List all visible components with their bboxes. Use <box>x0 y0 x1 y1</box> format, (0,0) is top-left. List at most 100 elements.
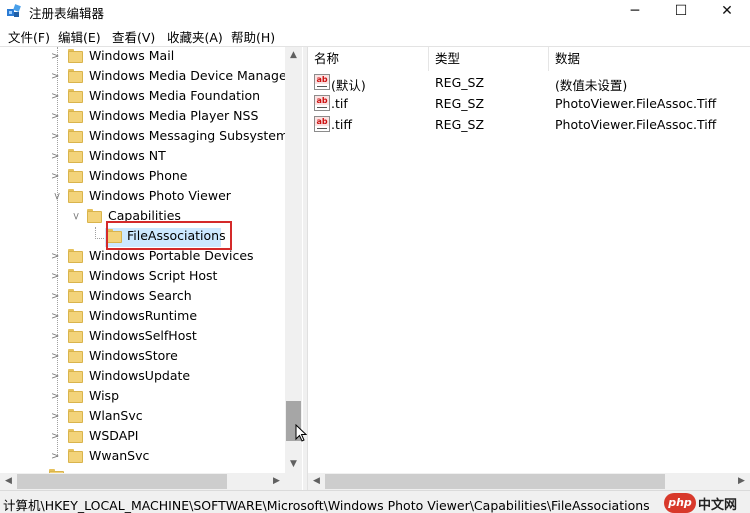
folder-icon <box>68 149 83 163</box>
scroll-left-icon[interactable]: ◀ <box>0 473 17 490</box>
folder-icon <box>68 89 83 103</box>
string-value-icon: ab <box>314 95 330 111</box>
chevron-down-icon[interactable]: > <box>69 212 81 222</box>
chevron-right-icon[interactable]: > <box>51 271 61 283</box>
tree-item-label: WindowsStore <box>89 348 178 363</box>
scroll-thumb[interactable] <box>17 474 227 489</box>
scroll-right-icon[interactable]: ▶ <box>733 473 750 490</box>
folder-icon <box>68 129 83 143</box>
values-list[interactable]: 名称 类型 数据 ab (默认) REG_SZ (数值未设置) ab .tif … <box>308 47 750 490</box>
tree-item[interactable]: > WwanSvc <box>0 447 285 467</box>
tree-item[interactable]: > WSDAPI <box>0 427 285 447</box>
tree-item[interactable]: > WindowsSelfHost <box>0 327 285 347</box>
chevron-right-icon[interactable]: > <box>51 371 61 383</box>
chevron-right-icon[interactable]: > <box>51 151 61 163</box>
tree-vertical-scrollbar[interactable]: ▲ ▼ <box>285 47 302 473</box>
title-bar: 注册表编辑器 ─ ☐ ✕ <box>0 0 750 22</box>
annotation-red-box <box>106 221 232 250</box>
scroll-left-icon[interactable]: ◀ <box>308 473 325 490</box>
folder-icon <box>68 309 83 323</box>
list-horizontal-scrollbar[interactable]: ◀ ▶ <box>308 473 750 490</box>
scroll-right-icon[interactable]: ▶ <box>268 473 285 490</box>
column-header-data[interactable]: 数据 <box>549 47 750 71</box>
chevron-right-icon[interactable]: > <box>51 291 61 303</box>
watermark-badge: php <box>664 493 696 513</box>
folder-icon <box>68 269 83 283</box>
folder-icon <box>68 169 83 183</box>
menu-file[interactable]: 文件(F) <box>8 27 50 46</box>
tree-item[interactable]: > Windows Media Player NSS <box>0 107 285 127</box>
chevron-right-icon[interactable]: > <box>51 251 61 263</box>
tree-item[interactable]: > Windows NT <box>0 147 285 167</box>
status-path: 计算机\HKEY_LOCAL_MACHINE\SOFTWARE\Microsof… <box>3 498 650 513</box>
tree-item[interactable]: > Windows Media Foundation <box>0 87 285 107</box>
folder-icon <box>68 349 83 363</box>
menu-help[interactable]: 帮助(H) <box>231 27 275 46</box>
chevron-right-icon[interactable]: > <box>51 171 61 183</box>
value-name: .tif <box>331 96 348 111</box>
folder-icon <box>68 409 83 423</box>
tree-item[interactable]: > WindowsStore <box>0 347 285 367</box>
tree-item-label: WindowsRuntime <box>89 308 198 323</box>
scrollbar-corner <box>285 473 302 490</box>
folder-icon <box>87 209 102 223</box>
scroll-up-icon[interactable]: ▲ <box>285 47 302 64</box>
list-row[interactable]: ab (默认) REG_SZ (数值未设置) <box>308 72 750 93</box>
folder-icon <box>68 369 83 383</box>
chevron-right-icon[interactable]: > <box>51 331 61 343</box>
chevron-right-icon[interactable]: > <box>51 351 61 363</box>
list-row[interactable]: ab .tif REG_SZ PhotoViewer.FileAssoc.Tif… <box>308 93 750 114</box>
tree-item[interactable]: > Windows Mail <box>0 47 285 67</box>
tree-item-label: Wisp <box>89 388 120 403</box>
tree-item-label: Windows Portable Devices <box>89 248 254 263</box>
chevron-down-icon[interactable]: > <box>50 192 62 202</box>
string-value-icon: ab <box>314 74 330 90</box>
tree-item-label: Windows Media Device Manager <box>89 68 292 83</box>
scroll-thumb[interactable] <box>325 474 665 489</box>
tree-item-label: WSDAPI <box>89 428 139 443</box>
tree-item[interactable]: > WindowsUpdate <box>0 367 285 387</box>
chevron-right-icon[interactable]: > <box>51 411 61 423</box>
tree-item[interactable]: > WlanSvc <box>0 407 285 427</box>
tree-horizontal-scrollbar[interactable]: ◀ ▶ <box>0 473 285 490</box>
close-button[interactable]: ✕ <box>704 0 750 22</box>
tree-item[interactable]: > Windows Photo Viewer <box>0 187 285 207</box>
chevron-right-icon[interactable]: > <box>51 51 61 63</box>
registry-tree[interactable]: > Windows Mail > Windows Media Device Ma… <box>0 47 303 490</box>
tree-item-label: Windows NT <box>89 148 166 163</box>
scroll-down-icon[interactable]: ▼ <box>285 456 302 473</box>
tree-item-label: Windows Photo Viewer <box>89 188 231 203</box>
tree-item[interactable]: > Wisp <box>0 387 285 407</box>
chevron-right-icon[interactable]: > <box>51 431 61 443</box>
folder-icon <box>68 329 83 343</box>
chevron-right-icon[interactable]: > <box>51 131 61 143</box>
folder-icon <box>68 389 83 403</box>
tree-item[interactable]: > Windows Media Device Manager <box>0 67 292 87</box>
php-watermark-logo: php 中文网 <box>664 493 750 513</box>
column-header-type[interactable]: 类型 <box>429 47 549 71</box>
column-header-name[interactable]: 名称 <box>308 47 429 71</box>
folder-icon <box>68 189 83 203</box>
minimize-button[interactable]: ─ <box>612 0 658 22</box>
value-type: REG_SZ <box>435 117 485 132</box>
chevron-right-icon[interactable]: > <box>51 451 61 463</box>
folder-icon <box>68 69 83 83</box>
value-data: PhotoViewer.FileAssoc.Tiff <box>555 96 717 111</box>
tree-item[interactable]: > Windows Portable Devices <box>0 247 285 267</box>
tree-item[interactable]: > Windows Messaging Subsystem <box>0 127 289 147</box>
chevron-right-icon[interactable]: > <box>51 111 61 123</box>
chevron-right-icon[interactable]: > <box>51 71 61 83</box>
maximize-button[interactable]: ☐ <box>658 0 704 22</box>
list-row[interactable]: ab .tiff REG_SZ PhotoViewer.FileAssoc.Ti… <box>308 114 750 135</box>
chevron-right-icon[interactable]: > <box>51 311 61 323</box>
menu-view[interactable]: 查看(V) <box>112 27 155 46</box>
tree-item[interactable]: > Windows Script Host <box>0 267 285 287</box>
menu-favorites[interactable]: 收藏夹(A) <box>167 27 223 46</box>
tree-item[interactable]: > Windows Search <box>0 287 285 307</box>
tree-item-label: Windows Messaging Subsystem <box>89 128 289 143</box>
tree-item[interactable]: > Windows Phone <box>0 167 285 187</box>
chevron-right-icon[interactable]: > <box>51 391 61 403</box>
tree-item[interactable]: > WindowsRuntime <box>0 307 285 327</box>
chevron-right-icon[interactable]: > <box>51 91 61 103</box>
menu-edit[interactable]: 编辑(E) <box>58 27 101 46</box>
